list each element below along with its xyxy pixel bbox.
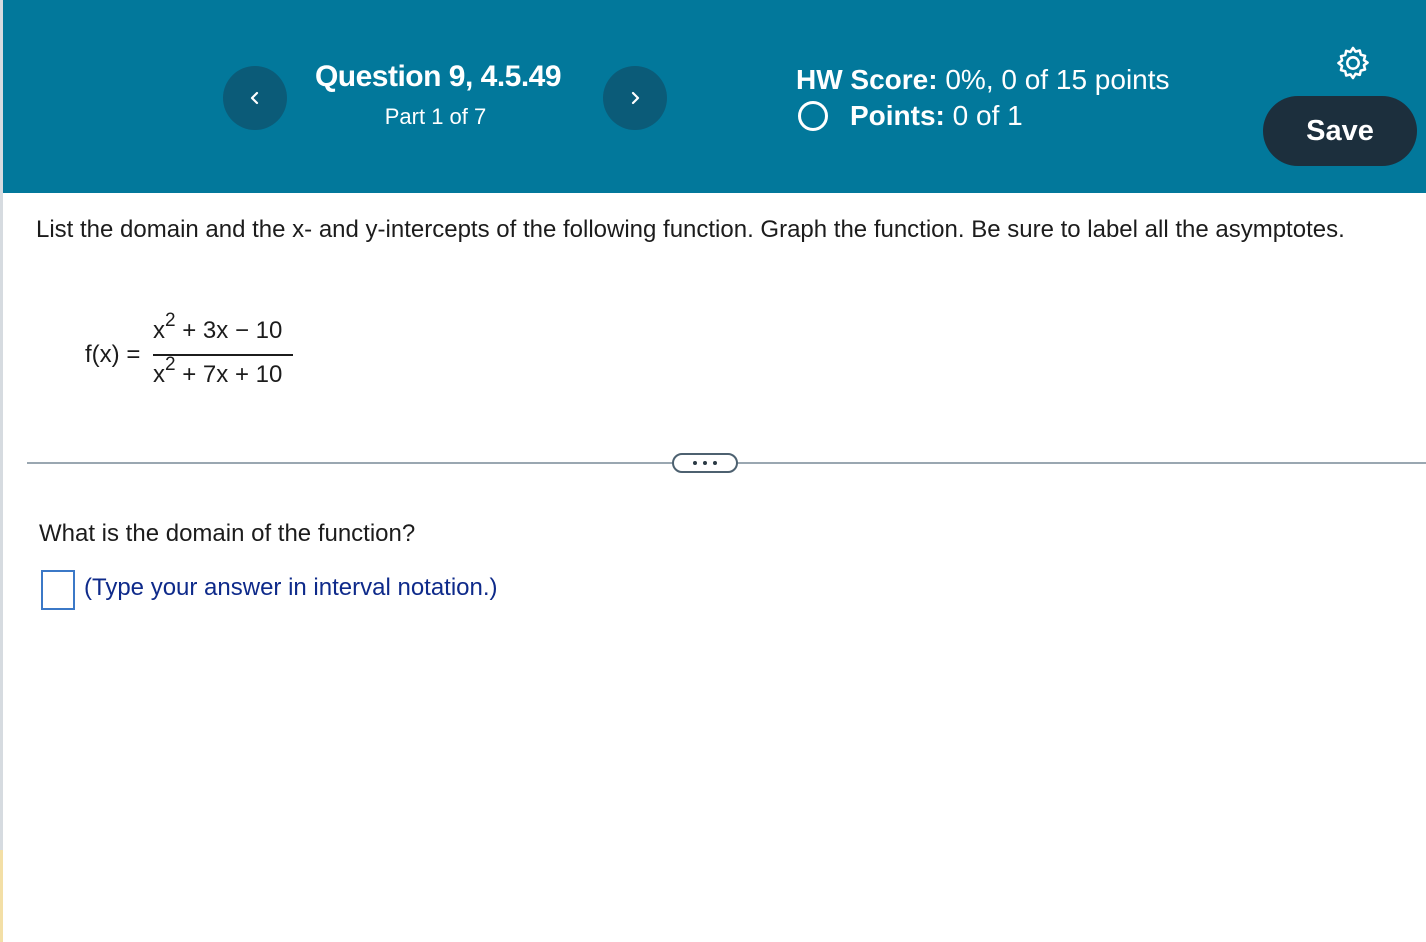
chevron-right-icon bbox=[631, 91, 640, 105]
question-text: List the domain and the x- and y-interce… bbox=[36, 216, 1345, 243]
denominator-base: x bbox=[153, 361, 165, 388]
answer-hint: (Type your answer in interval notation.) bbox=[84, 574, 498, 601]
denominator-exponent: 2 bbox=[165, 354, 176, 375]
question-title: Question 9, 4.5.49 bbox=[314, 60, 562, 93]
previous-question-button[interactable] bbox=[223, 66, 287, 130]
save-button[interactable]: Save bbox=[1263, 96, 1417, 166]
hw-score: HW Score: 0%, 0 of 15 points bbox=[796, 64, 1170, 96]
part-indicator: Part 1 of 7 bbox=[384, 104, 487, 129]
denominator: x2 + 7x + 10 bbox=[153, 354, 293, 391]
numerator-base: x bbox=[153, 317, 165, 344]
header-bar: Question 9, 4.5.49 Part 1 of 7 HW Score:… bbox=[3, 0, 1426, 193]
next-question-button[interactable] bbox=[603, 66, 667, 130]
numerator-exponent: 2 bbox=[165, 310, 176, 331]
gear-icon[interactable] bbox=[1334, 44, 1372, 82]
points-value: 0 of 1 bbox=[952, 100, 1023, 131]
page: Question 9, 4.5.49 Part 1 of 7 HW Score:… bbox=[0, 0, 1426, 942]
domain-answer-input[interactable] bbox=[41, 570, 75, 610]
numerator-terms: + 3x − 10 bbox=[175, 317, 283, 344]
fraction: x2 + 3x − 10 x2 + 7x + 10 bbox=[153, 305, 293, 388]
points: Points: 0 of 1 bbox=[798, 100, 1023, 132]
hw-score-label: HW Score: bbox=[796, 64, 938, 95]
part-prompt: What is the domain of the function? bbox=[39, 520, 416, 547]
numerator: x2 + 3x − 10 bbox=[153, 310, 293, 347]
denominator-terms: + 7x + 10 bbox=[175, 361, 283, 388]
points-status-circle-icon bbox=[798, 101, 828, 131]
chevron-left-icon bbox=[250, 91, 259, 105]
points-label: Points: bbox=[850, 100, 945, 131]
left-edge-accent bbox=[0, 850, 3, 942]
hw-score-value: 0%, 0 of 15 points bbox=[945, 64, 1170, 95]
function-label: f(x) = bbox=[85, 341, 141, 368]
ellipsis-icon[interactable] bbox=[672, 453, 738, 473]
